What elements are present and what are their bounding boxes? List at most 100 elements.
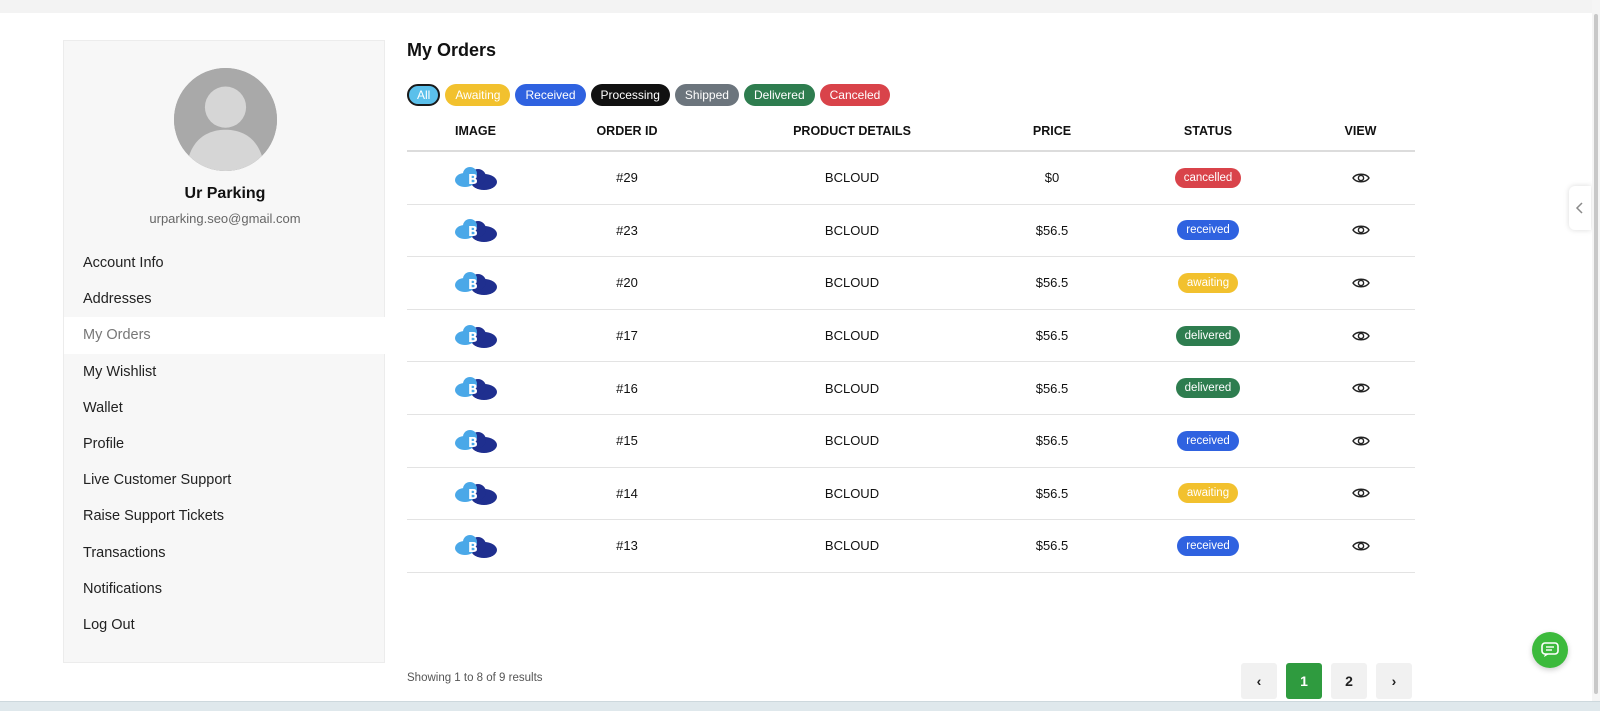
page-title: My Orders	[407, 40, 497, 60]
product-image: B	[407, 428, 544, 454]
order-price: $0	[1044, 170, 1060, 186]
page-2-button[interactable]: 2	[1331, 663, 1367, 699]
view-order-button[interactable]	[1306, 486, 1415, 500]
status-badge: delivered	[1175, 378, 1241, 399]
order-id: #13	[616, 538, 638, 554]
header-status: STATUS	[1183, 124, 1233, 138]
top-strip	[0, 0, 1600, 13]
side-panel-toggle[interactable]	[1569, 186, 1591, 230]
filter-all[interactable]: All	[407, 84, 441, 106]
status-cell: delivered	[1110, 325, 1306, 346]
status-cell: delivered	[1110, 378, 1306, 399]
order-id: #15	[616, 433, 638, 449]
eye-icon	[1351, 541, 1370, 551]
order-price: $56.5	[1035, 222, 1069, 238]
table-row: B #29 BCLOUD $0 cancelled	[407, 152, 1415, 205]
next-page-button[interactable]: ›	[1376, 663, 1412, 699]
status-badge: delivered	[1175, 325, 1241, 346]
sidebar-item-my-wishlist[interactable]: My Wishlist	[64, 354, 386, 390]
bcloud-logo: B	[454, 219, 497, 243]
product-image: B	[407, 533, 544, 559]
account-sidebar: Ur Parking urparking.seo@gmail.com Accou…	[63, 40, 386, 663]
sidebar-item-profile[interactable]: Profile	[64, 426, 386, 462]
sidebar-item-transactions[interactable]: Transactions	[64, 535, 386, 571]
view-order-button[interactable]	[1306, 381, 1415, 395]
product-image: B	[407, 217, 544, 243]
chat-button[interactable]	[1532, 632, 1568, 668]
user-silhouette-icon	[174, 68, 277, 171]
filter-processing[interactable]: Processing	[590, 84, 670, 106]
view-order-button[interactable]	[1306, 329, 1415, 343]
sidebar-item-notifications[interactable]: Notifications	[64, 571, 386, 607]
view-order-button[interactable]	[1306, 276, 1415, 290]
product-details: BCLOUD	[824, 222, 880, 238]
view-order-button[interactable]	[1306, 539, 1415, 553]
avatar	[174, 68, 277, 171]
status-cell: received	[1110, 220, 1306, 241]
view-order-button[interactable]	[1306, 434, 1415, 448]
view-order-button[interactable]	[1306, 171, 1415, 185]
svg-text:B: B	[468, 278, 478, 293]
prev-page-button[interactable]: ‹	[1241, 663, 1277, 699]
order-id: #16	[616, 380, 638, 396]
product-details: BCLOUD	[824, 170, 880, 186]
results-summary: Showing 1 to 8 of 9 results	[407, 672, 543, 684]
table-row: B #20 BCLOUD $56.5 awaiting	[407, 257, 1415, 310]
status-badge: received	[1177, 430, 1239, 451]
sidebar-item-addresses[interactable]: Addresses	[64, 281, 386, 317]
user-name: Ur Parking	[184, 185, 266, 202]
order-id: #20	[616, 275, 638, 291]
filter-delivered[interactable]: Delivered	[743, 84, 815, 106]
page-1-button[interactable]: 1	[1286, 663, 1322, 699]
filter-received[interactable]: Received	[515, 84, 586, 106]
order-id: #29	[616, 170, 638, 186]
status-badge: received	[1177, 220, 1239, 241]
orders-table: IMAGE ORDER ID PRODUCT DETAILS PRICE STA…	[407, 112, 1415, 573]
sidebar-item-live-customer-support[interactable]: Live Customer Support	[64, 462, 386, 498]
sidebar-item-my-orders[interactable]: My Orders	[64, 317, 386, 354]
bcloud-logo: B	[454, 166, 497, 190]
order-price: $56.5	[1035, 275, 1069, 291]
svg-text:B: B	[468, 541, 478, 556]
product-details: BCLOUD	[824, 433, 880, 449]
chevron-left-icon	[1575, 202, 1583, 214]
sidebar-item-wallet[interactable]: Wallet	[64, 390, 386, 426]
bcloud-logo: B	[454, 377, 497, 401]
svg-text:B: B	[468, 383, 478, 398]
status-cell: awaiting	[1110, 272, 1306, 293]
filter-awaiting[interactable]: Awaiting	[445, 84, 511, 106]
scrollbar-thumb[interactable]	[1594, 14, 1598, 694]
table-row: B #16 BCLOUD $56.5 delivered	[407, 362, 1415, 415]
bottom-strip	[0, 701, 1600, 711]
header-price: PRICE	[1032, 124, 1072, 138]
header-view: VIEW	[1344, 124, 1377, 138]
product-details: BCLOUD	[824, 275, 880, 291]
header-image: IMAGE	[455, 124, 496, 138]
product-details: BCLOUD	[824, 538, 880, 554]
order-id: #23	[616, 222, 638, 238]
sidebar-item-raise-support-tickets[interactable]: Raise Support Tickets	[64, 498, 386, 534]
user-email: urparking.seo@gmail.com	[149, 211, 301, 226]
pagination: ‹ 1 2 ›	[1241, 663, 1412, 699]
eye-icon	[1351, 173, 1370, 183]
status-cell: cancelled	[1110, 167, 1306, 188]
svg-text:B: B	[468, 173, 478, 188]
header-order-id: ORDER ID	[596, 124, 658, 138]
bcloud-logo: B	[454, 324, 497, 348]
sidebar-item-log-out[interactable]: Log Out	[64, 607, 386, 643]
filter-canceled[interactable]: Canceled	[819, 84, 891, 106]
sidebar-item-account-info[interactable]: Account Info	[64, 245, 386, 281]
product-image: B	[407, 480, 544, 506]
filter-shipped[interactable]: Shipped	[674, 84, 739, 106]
table-row: B #14 BCLOUD $56.5 awaiting	[407, 468, 1415, 521]
product-image: B	[407, 165, 544, 191]
chat-bubble-icon	[1541, 642, 1559, 657]
bcloud-logo: B	[454, 271, 497, 295]
bcloud-logo: B	[454, 429, 497, 453]
eye-icon	[1351, 488, 1370, 498]
header-product-details: PRODUCT DETAILS	[793, 124, 911, 138]
view-order-button[interactable]	[1306, 223, 1415, 237]
table-row: B #15 BCLOUD $56.5 received	[407, 415, 1415, 468]
table-header: IMAGE ORDER ID PRODUCT DETAILS PRICE STA…	[407, 112, 1415, 152]
eye-icon	[1351, 278, 1370, 288]
